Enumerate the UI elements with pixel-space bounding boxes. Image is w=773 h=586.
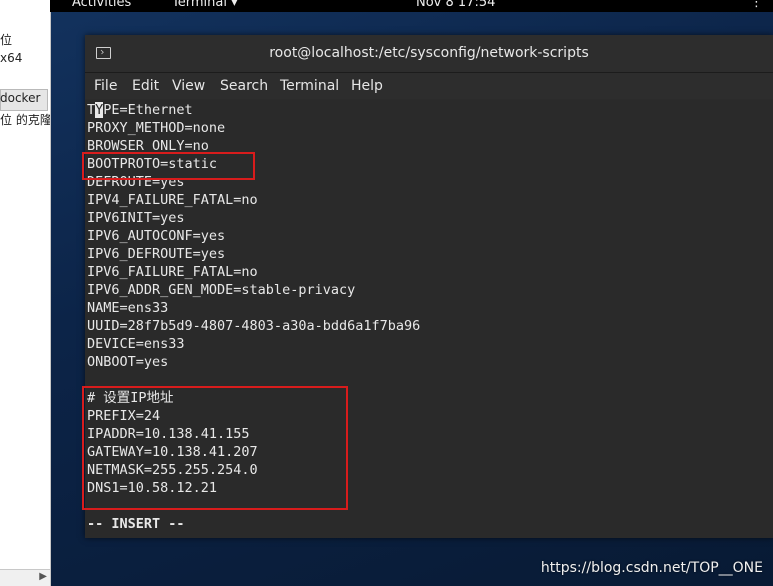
editor-line: NAME=ens33 — [87, 300, 169, 316]
editor-line: IPV6_AUTOCONF=yes — [87, 228, 226, 244]
editor-line: ONBOOT=yes — [87, 354, 169, 370]
menu-search[interactable]: Search — [220, 78, 268, 94]
terminal-app-menu[interactable]: Terminal ▾ — [172, 0, 238, 10]
editor-line: IPV6_ADDR_GEN_MODE=stable-privacy — [87, 282, 356, 298]
editor-line: IPV6_FAILURE_FATAL=no — [87, 264, 258, 280]
editor-line: UUID=28f7b5d9-4807-4803-a30a-bdd6a1f7ba9… — [87, 318, 421, 334]
menu-bar: File Edit View Search Terminal Help — [85, 73, 773, 99]
background-text-line: 位 — [0, 33, 13, 47]
terminal-content[interactable]: TYPE=Ethernet PROXY_METHOD=none BROWSER_… — [82, 100, 773, 538]
window-titlebar[interactable]: root@localhost:/etc/sysconfig/network-sc… — [85, 35, 773, 73]
editor-line: IPV6_DEFROUTE=yes — [87, 246, 226, 262]
watermark-text: https://blog.csdn.net/TOP__ONE — [540, 560, 763, 576]
annotation-box-ip-settings — [82, 386, 348, 510]
editor-line: PROXY_METHOD=none — [87, 120, 226, 136]
background-window-panel: 位 x64 docker 位 的克隆 ▶ — [0, 0, 51, 586]
editor-line: IPV6INIT=yes — [87, 210, 185, 226]
annotation-box-bootproto — [82, 152, 255, 180]
terminal-window[interactable]: root@localhost:/etc/sysconfig/network-sc… — [82, 35, 773, 538]
editor-line: DEVICE=ens33 — [87, 336, 185, 352]
line-text: T — [87, 102, 96, 118]
activities-button[interactable]: Activities — [72, 0, 131, 10]
menu-edit[interactable]: Edit — [132, 78, 159, 94]
desktop: 位 x64 docker 位 的克隆 ▶ Activities Terminal… — [0, 0, 773, 586]
editor-line: TYPE=Ethernet — [87, 101, 193, 119]
gnome-top-bar: Activities Terminal ▾ Nov 8 17:54 ⋮ — [50, 0, 773, 12]
background-text-line: docker — [0, 91, 41, 105]
background-text-line: 位 的克隆 — [0, 113, 51, 127]
menu-file[interactable]: File — [94, 78, 117, 94]
menu-view[interactable]: View — [172, 78, 205, 94]
vim-mode-indicator: -- INSERT -- — [87, 516, 185, 532]
line-text: PE=Ethernet — [103, 102, 193, 118]
clock[interactable]: Nov 8 17:54 — [416, 0, 495, 10]
menu-help[interactable]: Help — [351, 78, 383, 94]
background-text-line: x64 — [0, 51, 23, 65]
window-title: root@localhost:/etc/sysconfig/network-sc… — [269, 45, 589, 61]
scroll-right-arrow-icon[interactable]: ▶ — [39, 571, 47, 582]
system-tray-icon[interactable]: ⋮ — [750, 0, 763, 10]
editor-line: IPV4_FAILURE_FATAL=no — [87, 192, 258, 208]
menu-terminal[interactable]: Terminal — [280, 78, 339, 94]
horizontal-scrollbar[interactable]: ▶ — [0, 569, 50, 586]
